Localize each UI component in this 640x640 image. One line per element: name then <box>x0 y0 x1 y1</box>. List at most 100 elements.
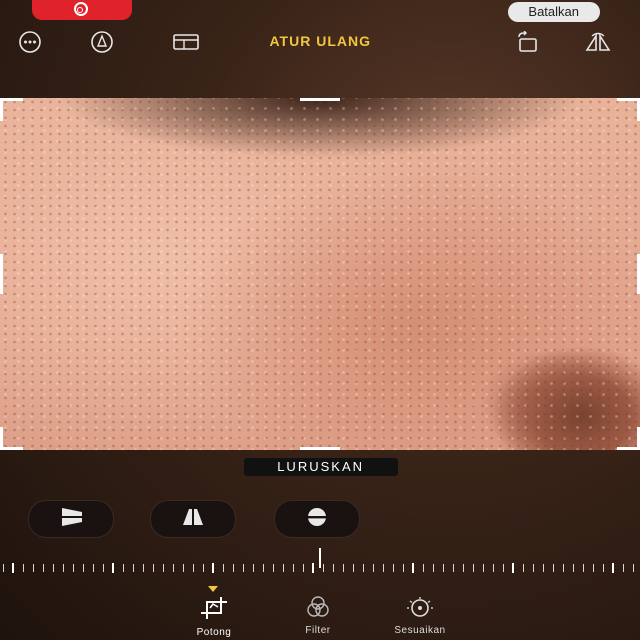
slider-tick <box>223 564 224 572</box>
slider-tick <box>23 564 24 572</box>
slider-tick <box>133 564 134 572</box>
slider-tick <box>203 564 204 572</box>
slider-tick <box>563 564 564 572</box>
vertical-perspective-icon <box>179 504 207 535</box>
tool-label: Sesuaikan <box>394 625 446 636</box>
photo-editor-screen: Batalkan ATUR ULANG LURUSKAN Sesuaikan F… <box>0 0 640 640</box>
slider-tick <box>212 563 214 573</box>
crop-edge-handle[interactable] <box>300 98 340 101</box>
tool-label: Potong <box>196 627 232 638</box>
slider-tick <box>33 564 34 572</box>
crop-edge-handle[interactable] <box>300 447 340 450</box>
screen-recording-indicator[interactable] <box>32 0 132 20</box>
slider-tick <box>543 564 544 572</box>
rotate-icon[interactable] <box>512 30 540 54</box>
more-icon[interactable] <box>16 30 44 54</box>
slider-tick <box>93 564 94 572</box>
slider-tick <box>373 564 374 572</box>
slider-tick <box>483 564 484 572</box>
slider-tick <box>583 564 584 572</box>
slider-tick <box>173 564 174 572</box>
slider-tick <box>183 564 184 572</box>
slider-tick <box>3 564 4 572</box>
tool-filter[interactable]: Filter <box>278 596 358 636</box>
slider-tick <box>383 564 384 572</box>
straighten-label: LURUSKAN <box>244 458 398 476</box>
slider-tick <box>73 564 74 572</box>
page-title[interactable]: ATUR ULANG <box>220 33 420 49</box>
slider-tick <box>253 564 254 572</box>
slider-tick <box>123 564 124 572</box>
slider-tick <box>83 564 84 572</box>
slider-tick <box>533 564 534 572</box>
cancel-label: Batalkan <box>528 4 580 19</box>
tool-adjust[interactable]: Sesuaikan <box>380 596 460 636</box>
crop-icon <box>200 597 228 624</box>
tool-label: Filter <box>305 625 331 636</box>
slider-tick <box>363 564 364 572</box>
slider-tick <box>333 564 334 572</box>
slider-tick <box>293 564 294 572</box>
slider-tick <box>612 563 614 573</box>
active-tool-marker <box>208 586 218 592</box>
slider-tick <box>233 564 234 572</box>
record-icon <box>74 2 88 16</box>
photo-canvas[interactable] <box>0 98 640 450</box>
slider-tick <box>343 564 344 572</box>
crop-corner-handle[interactable] <box>0 98 23 121</box>
slider-tick <box>312 563 314 573</box>
adjust-icon <box>406 597 434 622</box>
slider-tick <box>463 564 464 572</box>
slider-tick <box>193 564 194 572</box>
slider-tick <box>603 564 604 572</box>
slider-tick <box>553 564 554 572</box>
slider-tick <box>523 564 524 572</box>
slider-tick <box>63 564 64 572</box>
slider-tick <box>273 564 274 572</box>
slider-tick <box>512 563 514 573</box>
slider-tick <box>403 564 404 572</box>
slider-tick <box>493 564 494 572</box>
crop-corner-handle[interactable] <box>0 427 23 450</box>
slider-tick <box>623 564 624 572</box>
slider-tick <box>112 563 114 573</box>
slider-tick <box>153 564 154 572</box>
slider-indicator <box>319 548 321 568</box>
slider-tick <box>423 564 424 572</box>
slider-tick <box>323 564 324 572</box>
slider-tick <box>633 564 634 572</box>
slider-tick <box>473 564 474 572</box>
slider-tick <box>243 564 244 572</box>
aspect-ratio-icon[interactable] <box>172 30 200 54</box>
slider-tick <box>503 564 504 572</box>
slider-tick <box>412 563 414 573</box>
slider-tick <box>53 564 54 572</box>
slider-tick <box>163 564 164 572</box>
slider-tick <box>433 564 434 572</box>
slider-tick <box>453 564 454 572</box>
slider-tick <box>283 564 284 572</box>
crop-edge-handle[interactable] <box>0 254 3 294</box>
slider-tick <box>12 563 14 573</box>
crop-corner-handle[interactable] <box>617 427 640 450</box>
slider-tick <box>573 564 574 572</box>
slider-tick <box>353 564 354 572</box>
crop-corner-handle[interactable] <box>617 98 640 121</box>
filter-icon <box>304 596 332 622</box>
horizontal-perspective-button[interactable] <box>28 500 114 538</box>
flip-icon[interactable] <box>584 30 612 54</box>
slider-tick <box>393 564 394 572</box>
slider-tick <box>303 564 304 572</box>
horizontal-perspective-icon <box>56 506 86 533</box>
straighten-icon <box>304 504 330 535</box>
slider-tick <box>263 564 264 572</box>
straighten-button[interactable] <box>274 500 360 538</box>
slider-tick <box>443 564 444 572</box>
vertical-perspective-button[interactable] <box>150 500 236 538</box>
slider-tick <box>143 564 144 572</box>
slider-tick <box>103 564 104 572</box>
markup-icon[interactable] <box>88 30 116 54</box>
tool-crop[interactable]: Potong <box>174 596 254 638</box>
cancel-button[interactable]: Batalkan <box>508 2 600 22</box>
slider-tick <box>593 564 594 572</box>
